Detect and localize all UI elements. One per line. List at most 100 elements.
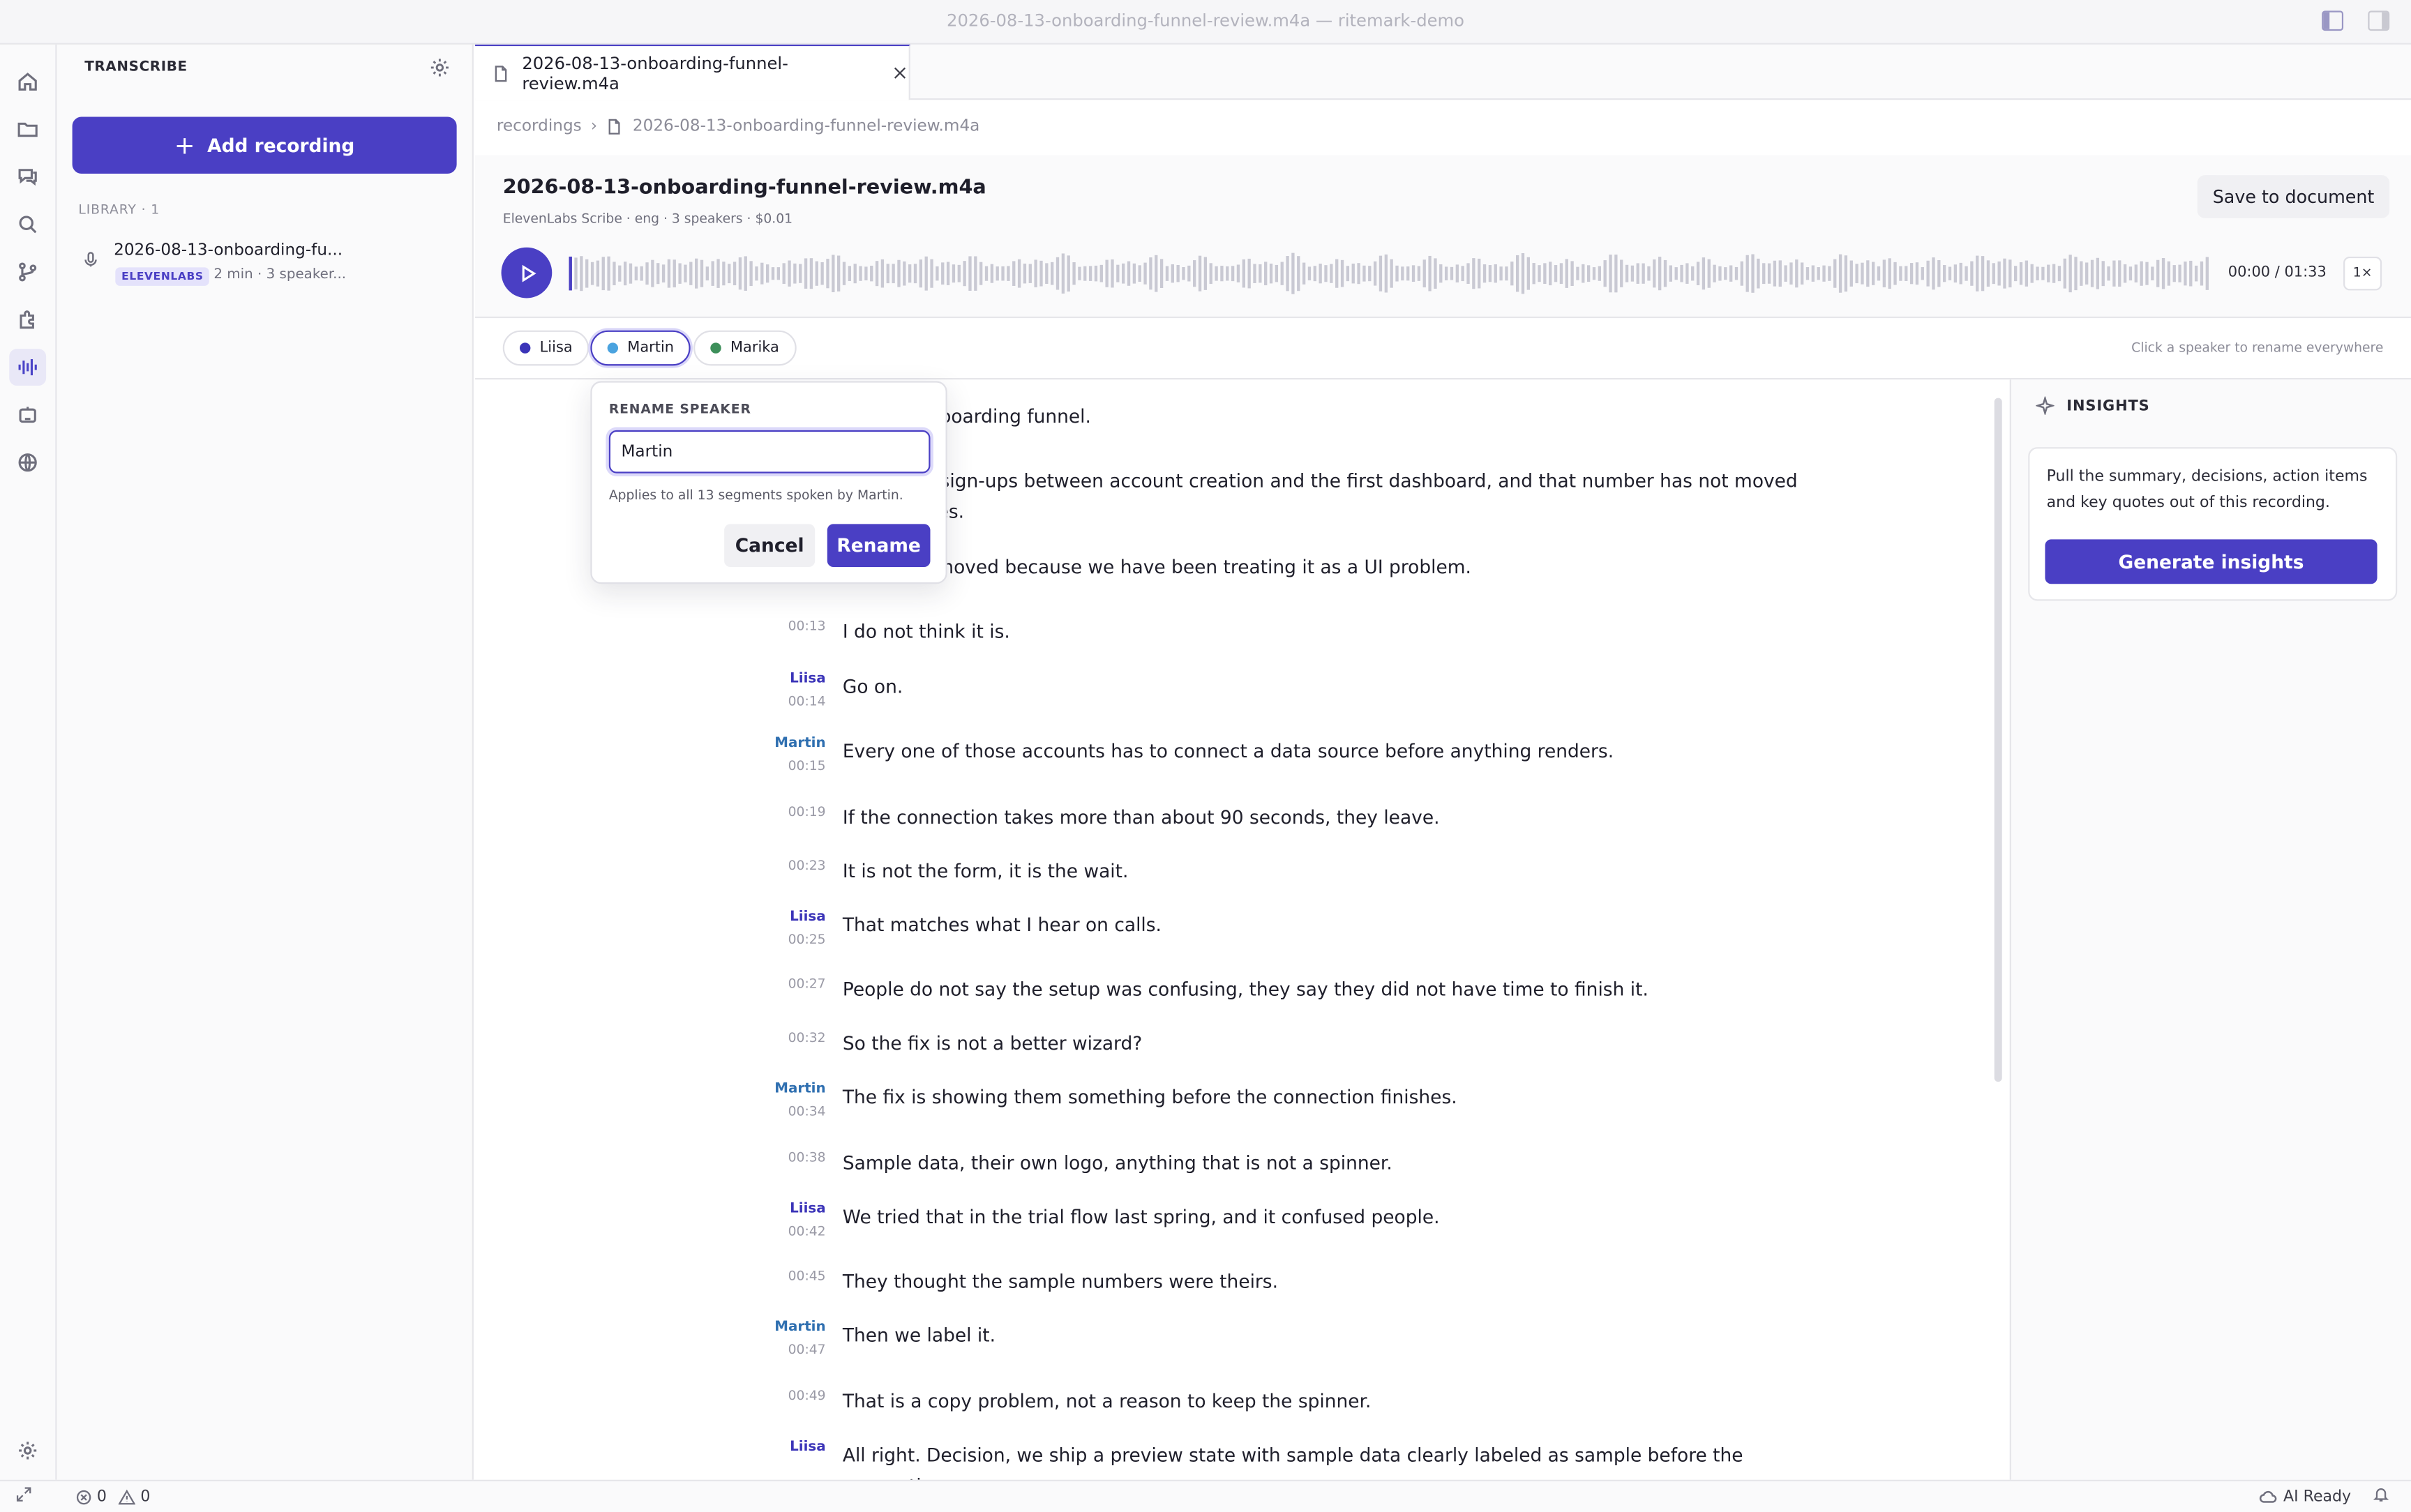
segment-speaker[interactable]: Martin: [767, 1082, 825, 1097]
segment-timestamp[interactable]: 00:42: [767, 1225, 826, 1240]
waveform-bar: [2128, 266, 2133, 281]
segment-speaker[interactable]: Liisa: [767, 909, 825, 925]
cancel-button[interactable]: Cancel: [724, 524, 816, 568]
segment-text[interactable]: It is not the form, it is the wait.: [843, 856, 1765, 886]
waveform-bar: [2052, 264, 2056, 283]
segment-timestamp[interactable]: 00:38: [767, 1151, 826, 1166]
waveform-bar: [1554, 265, 1558, 282]
waveform-bar: [832, 255, 835, 292]
waveform-bar: [782, 263, 786, 285]
segment-timestamp[interactable]: 00:49: [767, 1389, 826, 1405]
segment-speaker[interactable]: Liisa: [767, 672, 825, 687]
waveform-bar: [2085, 262, 2089, 285]
home-icon[interactable]: [9, 63, 46, 100]
segment-speaker[interactable]: Liisa: [767, 1439, 825, 1455]
search-icon[interactable]: [9, 206, 46, 243]
segment-text[interactable]: The fix is showing them something before…: [843, 1082, 1765, 1112]
tab-recording[interactable]: 2026-08-13-onboarding-funnel-review.m4a: [475, 44, 910, 100]
speaker-name-input[interactable]: [608, 430, 931, 474]
segment-text[interactable]: Every one of those accounts has to conne…: [843, 736, 1765, 766]
segment-timestamp[interactable]: 00:32: [767, 1031, 826, 1046]
segment-timestamp[interactable]: 00:34: [767, 1105, 826, 1120]
segment-text[interactable]: Sample data, their own logo, anything th…: [843, 1148, 1765, 1179]
segment-text[interactable]: People do not say the setup was confusin…: [843, 974, 1765, 1005]
notifications-bell-icon[interactable]: [2373, 1486, 2389, 1508]
transcript-scrollbar[interactable]: [1994, 398, 2002, 1082]
rename-button[interactable]: Rename: [827, 524, 931, 568]
toggle-primary-sidebar-icon[interactable]: [2322, 10, 2344, 31]
waveform-bar: [875, 261, 879, 287]
segment-text[interactable]: I do not think it is.: [843, 617, 1765, 647]
segment-text[interactable]: Go on.: [843, 672, 1765, 702]
segment-text[interactable]: If the connection takes more than about …: [843, 802, 1765, 833]
chat-icon[interactable]: [9, 158, 46, 195]
breadcrumb-file[interactable]: 2026-08-13-onboarding-funnel-review.m4a: [633, 116, 979, 135]
waveform-bar: [728, 264, 731, 284]
speaker-chip-martin[interactable]: Martin: [590, 330, 691, 366]
library-item[interactable]: 2026-08-13-onboarding-fu... ELEVENLABS 2…: [78, 239, 463, 291]
waveform-scrubber[interactable]: [569, 250, 2211, 296]
waveform-bar: [1762, 263, 1766, 285]
segment-text[interactable]: Then we label it.: [843, 1320, 1765, 1351]
waveform-bar: [1395, 265, 1399, 282]
speaker-chip-liisa[interactable]: Liisa: [502, 330, 589, 366]
play-button[interactable]: [501, 247, 553, 298]
waveform-bar: [820, 262, 824, 285]
folder-icon[interactable]: [9, 111, 46, 148]
toggle-secondary-sidebar-icon[interactable]: [2368, 10, 2390, 31]
speaker-chip-marika[interactable]: Marika: [693, 330, 797, 366]
segment-text[interactable]: They thought the sample numbers were the…: [843, 1267, 1765, 1297]
segment-text[interactable]: So the fix is not a better wizard?: [843, 1028, 1765, 1059]
segment-text[interactable]: of sign-ups between account creation and…: [917, 466, 1839, 497]
segment-text[interactable]: That matches what I hear on calls.: [843, 909, 1765, 940]
close-tab-icon[interactable]: [892, 65, 908, 82]
waveform-bar: [711, 261, 714, 286]
transcribe-waveform-icon[interactable]: [9, 349, 47, 386]
segment-timestamp[interactable]: 00:25: [767, 932, 826, 948]
error-icon: [76, 1489, 91, 1504]
warnings-indicator[interactable]: 0: [119, 1488, 150, 1505]
waveform-bar: [853, 264, 857, 284]
errors-indicator[interactable]: 0: [75, 1488, 107, 1505]
ai-status[interactable]: AI Ready: [2259, 1488, 2351, 1506]
globe-icon[interactable]: [9, 444, 46, 481]
segment-text[interactable]: That is a copy problem, not a reason to …: [843, 1386, 1765, 1416]
waveform-bar: [640, 266, 643, 281]
segment-text[interactable]: All right. Decision, we ship a preview s…: [843, 1439, 1765, 1480]
save-to-document-button[interactable]: Save to document: [2197, 175, 2390, 218]
playback-speed-button[interactable]: 1×: [2343, 256, 2382, 291]
waveform-bar: [1401, 266, 1404, 281]
waveform-bar: [2145, 262, 2149, 285]
segment-timestamp[interactable]: 00:14: [767, 695, 826, 710]
transcribe-settings-icon[interactable]: [429, 57, 451, 79]
segment-speaker[interactable]: Martin: [767, 736, 825, 751]
waveform-bar: [1023, 263, 1027, 284]
segment-text[interactable]: onboarding funnel.: [917, 401, 1839, 432]
segment-text[interactable]: We tried that in the trial flow last spr…: [843, 1202, 1765, 1232]
waveform-bar: [1209, 263, 1212, 285]
segment-timestamp[interactable]: 00:15: [767, 759, 826, 774]
segment-text[interactable]: ases.: [917, 497, 1839, 527]
settings-gear-icon[interactable]: [9, 1432, 46, 1469]
bot-icon[interactable]: [9, 396, 46, 433]
segment-timestamp[interactable]: 00:13: [767, 619, 826, 635]
segment-speaker[interactable]: Martin: [767, 1320, 825, 1336]
segment-timestamp[interactable]: 00:23: [767, 859, 826, 875]
segment-timestamp[interactable]: 00:45: [767, 1269, 826, 1285]
waveform-bar: [1526, 257, 1530, 290]
waveform-bar: [1417, 266, 1421, 281]
segment-timestamp[interactable]: 00:27: [767, 977, 826, 992]
segment-speaker[interactable]: Liisa: [767, 1202, 825, 1217]
playhead[interactable]: [569, 256, 572, 291]
source-control-icon[interactable]: [9, 254, 46, 291]
segment-timestamp[interactable]: 00:47: [767, 1343, 826, 1359]
segment-text[interactable]: It has not moved because we have been tr…: [843, 552, 1765, 582]
extensions-icon[interactable]: [9, 301, 46, 338]
generate-insights-button[interactable]: Generate insights: [2045, 539, 2378, 584]
segment-timestamp[interactable]: 00:19: [767, 806, 826, 821]
waveform-bar: [1586, 265, 1591, 282]
waveform-bar: [590, 262, 594, 285]
add-recording-button[interactable]: + Add recording: [72, 116, 457, 174]
breadcrumb-root[interactable]: recordings: [497, 116, 582, 135]
remote-icon[interactable]: [15, 1486, 32, 1508]
